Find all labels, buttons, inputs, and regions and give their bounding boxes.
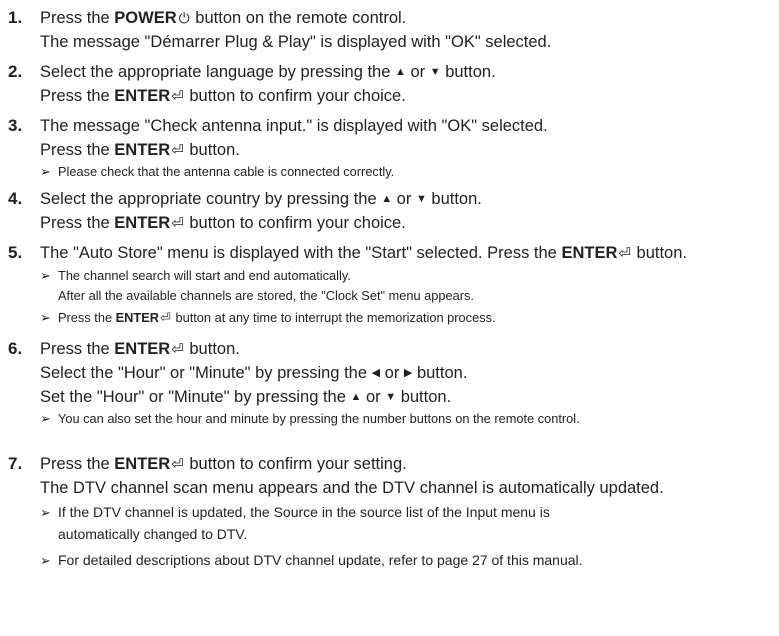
enter-icon: ⏎ (160, 310, 171, 325)
step-number: 7. (8, 454, 23, 473)
enter-icon: ⏎ (171, 456, 184, 473)
note-arrow-icon: ➢ (40, 553, 51, 568)
note-arrow-icon: ➢ (40, 310, 51, 325)
note: ➢ The channel search will start and end a… (40, 266, 351, 286)
step-number: 6. (8, 339, 23, 358)
step-line: The "Auto Store" menu is displayed with … (40, 241, 687, 266)
instruction-page: 1. Press the POWER ⏻ button on the remote… (0, 0, 779, 636)
note: ➢ Press the ENTER⏎ button at any time to … (40, 308, 496, 328)
note-arrow-icon: ➢ (40, 411, 51, 426)
up-arrow-icon: ▲ (395, 66, 406, 78)
left-arrow-icon: ◀ (371, 367, 381, 379)
note: ➢ For detailed descriptions about DTV cha… (40, 550, 583, 571)
note-arrow-icon: ➢ (40, 164, 51, 179)
step-line: Select the appropriate language by press… (40, 63, 496, 81)
power-icon: ⏻ (178, 10, 190, 26)
step-line: Press the ENTER⏎ button. (40, 337, 240, 362)
enter-icon: ⏎ (171, 88, 184, 105)
note: ➢ You can also set the hour and minute by… (40, 409, 580, 429)
enter-icon: ⏎ (171, 341, 184, 358)
step-line: Press the ENTER⏎ button to confirm your … (40, 452, 407, 477)
down-arrow-icon: ▼ (429, 66, 441, 78)
step-number: 5. (8, 243, 23, 262)
step-line: Select the appropriate country by pressi… (40, 190, 482, 208)
step-line: The message "Check antenna input." is di… (40, 117, 548, 135)
step-line: Select the "Hour" or "Minute" by pressin… (40, 364, 468, 382)
step-line: Press the ENTER⏎ button to confirm your … (40, 211, 406, 236)
step-line: Press the POWER ⏻ button on the remote co… (40, 6, 406, 30)
step-number: 1. (8, 8, 23, 27)
step-line: The DTV channel scan menu appears and th… (40, 479, 664, 497)
note: ➢ If the DTV channel is updated, the Sour… (40, 502, 550, 523)
note-arrow-icon: ➢ (40, 268, 51, 283)
note: ➢ Please check that the antenna cable is … (40, 162, 394, 182)
enter-icon: ⏎ (618, 245, 631, 262)
note-continuation: automatically changed to DTV. (58, 526, 248, 542)
step-number: 2. (8, 62, 23, 81)
note-arrow-icon: ➢ (40, 505, 51, 520)
note-continuation: After all the available channels are sto… (58, 288, 474, 303)
step-line: Press the ENTER⏎ button. (40, 138, 240, 163)
step-line: The message "Démarrer Plug & Play" is di… (40, 33, 552, 51)
enter-icon: ⏎ (171, 142, 184, 159)
enter-icon: ⏎ (171, 215, 184, 232)
step-number: 4. (8, 189, 23, 208)
down-arrow-icon: ▼ (415, 193, 427, 205)
right-arrow-icon: ▶ (403, 367, 413, 379)
step-line: Set the "Hour" or "Minute" by pressing t… (40, 388, 452, 406)
step-number: 3. (8, 116, 23, 135)
up-arrow-icon: ▲ (350, 391, 362, 403)
up-arrow-icon: ▲ (381, 193, 393, 205)
step-line: Press the ENTER⏎ button to confirm your … (40, 84, 406, 109)
down-arrow-icon: ▼ (385, 391, 397, 403)
